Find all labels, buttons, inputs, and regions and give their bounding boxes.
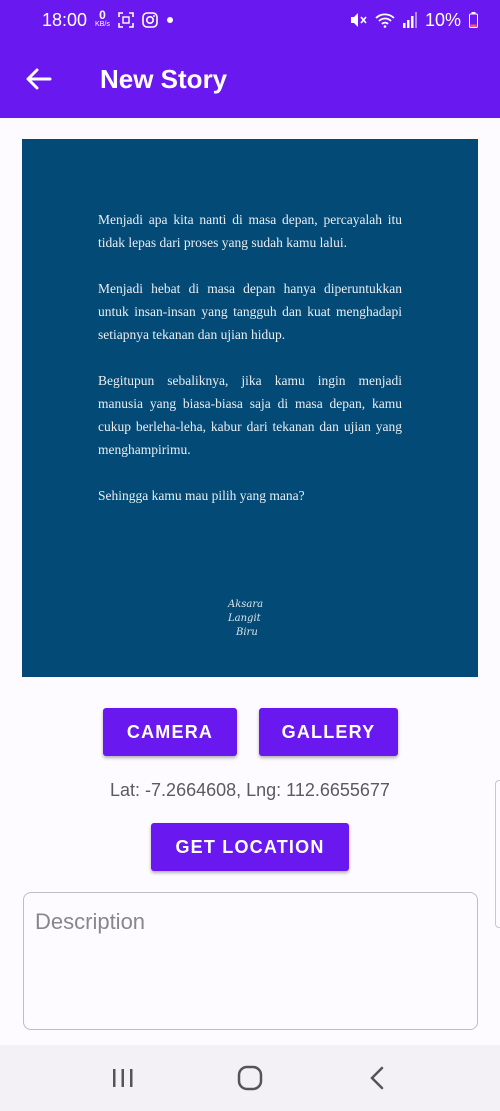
app-bar: New Story <box>0 40 500 118</box>
story-paragraph: Menjadi hebat di masa depan hanya diperu… <box>98 281 402 342</box>
arrow-back-icon <box>26 68 52 90</box>
mute-icon <box>349 12 367 28</box>
signature-line: Aksara <box>228 599 264 610</box>
signal-icon <box>402 12 417 28</box>
recent-apps-button[interactable] <box>103 1058 143 1098</box>
location-text: Lat: -7.2664608, Lng: 112.6655677 <box>110 780 390 800</box>
story-paragraph: Menjadi apa kita nanti di masa depan, pe… <box>98 212 402 250</box>
get-location-button[interactable]: GET LOCATION <box>151 823 349 871</box>
story-paragraph: Begitupun sebaliknya, jika kamu ingin me… <box>98 373 402 457</box>
recent-apps-icon <box>113 1069 133 1087</box>
status-left: 18:00 0 KB/s <box>42 8 174 31</box>
screenshot-icon <box>118 12 134 28</box>
story-paragraph: Sehingga kamu mau pilih yang mana? <box>98 488 305 503</box>
status-time: 18:00 <box>42 9 88 30</box>
signature: Aksara Langit Biru <box>228 598 288 640</box>
signature-line: Langit <box>228 613 261 624</box>
page-title: New Story <box>100 63 228 94</box>
nav-back-button[interactable] <box>357 1058 397 1098</box>
scrollbar[interactable] <box>495 780 500 928</box>
data-speed-icon: 0 KB/s <box>95 8 110 30</box>
signature-line: Biru <box>236 627 258 638</box>
status-bar: 18:00 0 KB/s 10% <box>0 0 500 40</box>
back-button[interactable] <box>0 40 78 118</box>
camera-button[interactable]: CAMERA <box>103 708 237 756</box>
story-image-text: Menjadi apa kita nanti di masa depan, pe… <box>98 208 402 530</box>
instagram-icon <box>142 12 158 28</box>
home-icon <box>237 1065 263 1091</box>
back-icon <box>369 1066 383 1090</box>
gallery-button[interactable]: GALLERY <box>259 708 398 756</box>
navigation-bar <box>0 1045 500 1111</box>
data-speed-unit: KB/s <box>95 21 110 28</box>
content: Menjadi apa kita nanti di masa depan, pe… <box>0 118 500 1045</box>
battery-icon <box>469 12 478 28</box>
data-speed-value: 0 <box>99 8 106 22</box>
home-button[interactable] <box>230 1058 270 1098</box>
status-right: 10% <box>349 10 478 31</box>
battery-text: 10% <box>424 9 461 30</box>
dot-icon <box>166 16 174 24</box>
story-image-preview: Menjadi apa kita nanti di masa depan, pe… <box>22 139 478 677</box>
description-field[interactable] <box>23 892 478 1030</box>
wifi-icon <box>375 12 395 28</box>
